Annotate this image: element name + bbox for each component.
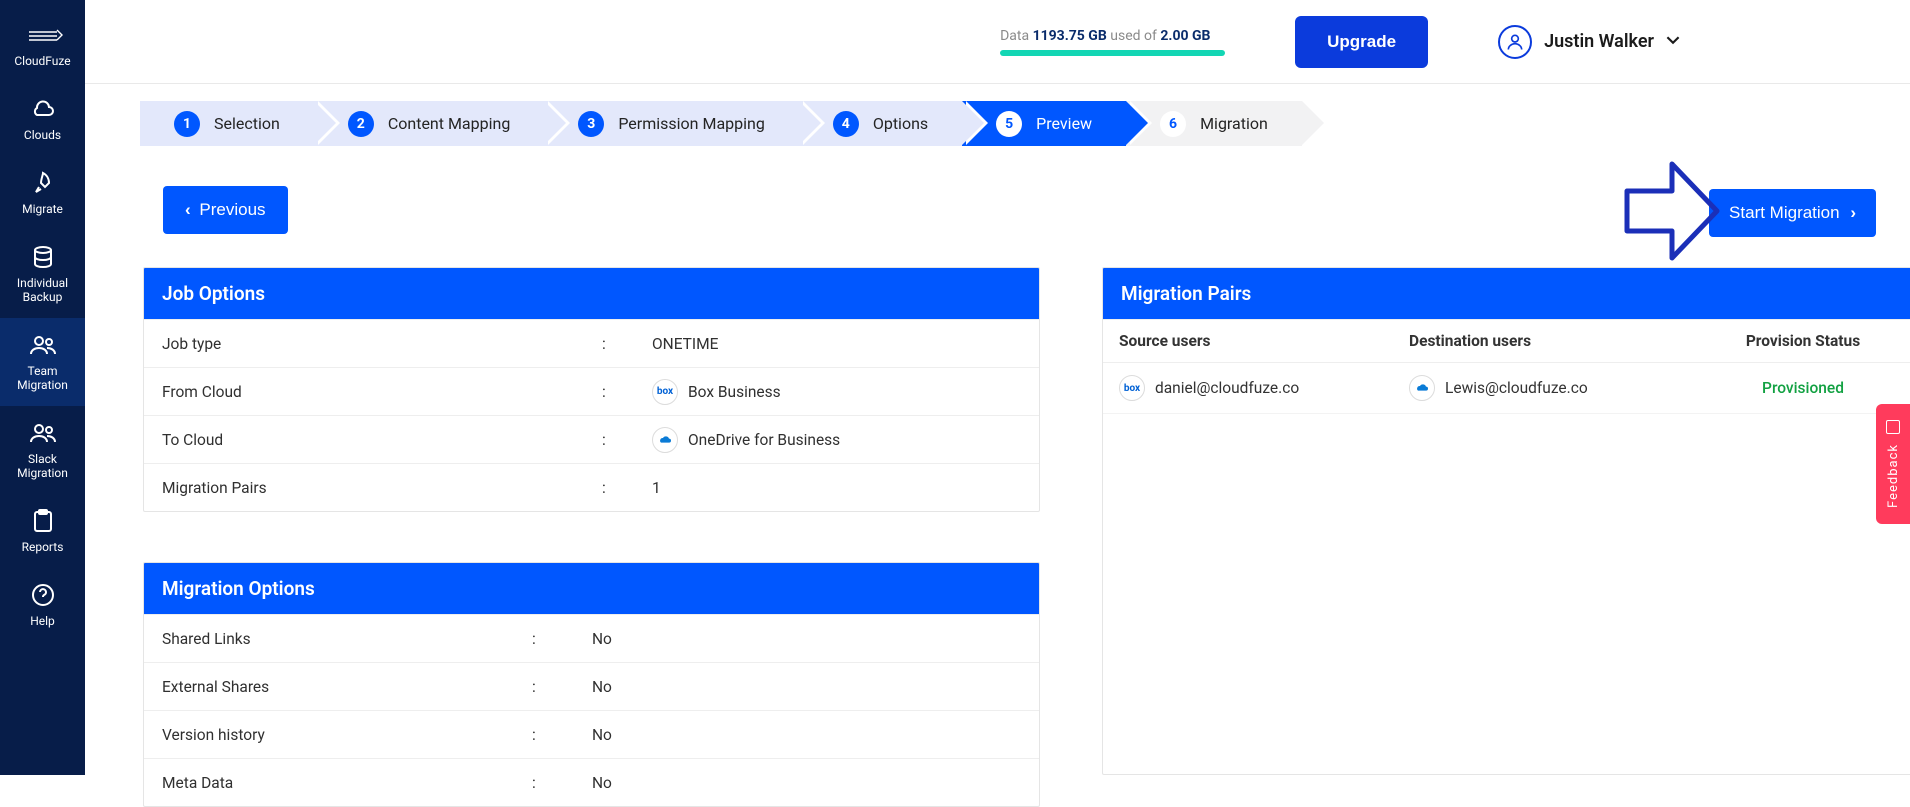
sidebar-item-individual-backup[interactable]: Individual Backup bbox=[0, 230, 85, 318]
provision-status: Provisioned bbox=[1699, 379, 1907, 397]
job-options-panel: Job Options Job type : ONETIME From Clou… bbox=[143, 267, 1040, 512]
brand-label: CloudFuze bbox=[4, 54, 81, 68]
wizard-stepper: 1 Selection 2 Content Mapping 3 Permissi… bbox=[140, 101, 1302, 146]
job-options-title: Job Options bbox=[144, 268, 1039, 319]
step-content-mapping[interactable]: 2 Content Mapping bbox=[314, 101, 544, 146]
user-avatar-icon bbox=[1498, 25, 1532, 59]
step-permission-mapping[interactable]: 3 Permission Mapping bbox=[544, 101, 799, 146]
start-migration-button[interactable]: Start Migration › bbox=[1709, 189, 1876, 237]
clipboard-icon bbox=[4, 508, 81, 534]
job-type-row: Job type : ONETIME bbox=[144, 319, 1039, 367]
meta-data-row: Meta Data : No bbox=[144, 758, 1039, 806]
box-icon: box bbox=[1119, 375, 1145, 401]
sidebar-brand[interactable]: CloudFuze bbox=[0, 8, 85, 82]
onedrive-icon bbox=[1409, 375, 1435, 401]
sidebar-item-migrate[interactable]: Migrate bbox=[0, 156, 85, 230]
sidebar-item-team-migration[interactable]: Team Migration bbox=[0, 318, 85, 406]
team-icon bbox=[4, 420, 81, 446]
feedback-tab[interactable]: Feedback bbox=[1876, 404, 1910, 524]
box-icon: box bbox=[652, 379, 678, 405]
previous-button[interactable]: ‹ Previous bbox=[163, 186, 288, 234]
shared-links-row: Shared Links : No bbox=[144, 614, 1039, 662]
step-selection[interactable]: 1 Selection bbox=[140, 101, 314, 146]
top-header: Data 1193.75 GB used of 2.00 GB Upgrade … bbox=[85, 0, 1910, 84]
onedrive-icon bbox=[652, 427, 678, 453]
migration-pairs-panel: Migration Pairs Source users Destination… bbox=[1102, 267, 1910, 775]
step-migration[interactable]: 6 Migration bbox=[1126, 101, 1302, 146]
user-menu[interactable]: Justin Walker bbox=[1498, 25, 1680, 59]
external-shares-row: External Shares : No bbox=[144, 662, 1039, 710]
to-cloud-row: To Cloud : OneDrive for Business bbox=[144, 415, 1039, 463]
upgrade-button[interactable]: Upgrade bbox=[1295, 16, 1428, 68]
cloud-icon bbox=[4, 96, 81, 122]
team-icon bbox=[4, 332, 81, 358]
sidebar-item-help[interactable]: Help bbox=[0, 568, 85, 642]
migration-pairs-row: Migration Pairs : 1 bbox=[144, 463, 1039, 511]
migration-options-panel: Migration Options Shared Links : No Exte… bbox=[143, 562, 1040, 807]
migration-pairs-title: Migration Pairs bbox=[1103, 268, 1910, 319]
database-icon bbox=[4, 244, 81, 270]
chevron-down-icon bbox=[1666, 32, 1680, 51]
sidebar: CloudFuze Clouds Migrate Individual Back… bbox=[0, 0, 85, 775]
rocket-icon bbox=[4, 170, 81, 196]
migration-options-title: Migration Options bbox=[144, 563, 1039, 614]
chevron-left-icon: ‹ bbox=[185, 200, 191, 219]
from-cloud-row: From Cloud : box Box Business bbox=[144, 367, 1039, 415]
sidebar-item-clouds[interactable]: Clouds bbox=[0, 82, 85, 156]
annotation-arrow-icon bbox=[1622, 156, 1722, 266]
pairs-header: Source users Destination users Provision… bbox=[1103, 319, 1910, 363]
pairs-row: box daniel@cloudfuze.co Lewis@cloudfuze.… bbox=[1103, 363, 1910, 414]
version-history-row: Version history : No bbox=[144, 710, 1039, 758]
help-icon bbox=[4, 582, 81, 608]
brand-logo-icon bbox=[4, 22, 81, 48]
usage-bar bbox=[1000, 50, 1225, 56]
chat-icon bbox=[1886, 420, 1900, 434]
chevron-right-icon: › bbox=[1850, 203, 1856, 222]
sidebar-item-reports[interactable]: Reports bbox=[0, 494, 85, 568]
data-usage: Data 1193.75 GB used of 2.00 GB bbox=[1000, 28, 1225, 56]
sidebar-item-slack-migration[interactable]: Slack Migration bbox=[0, 406, 85, 494]
